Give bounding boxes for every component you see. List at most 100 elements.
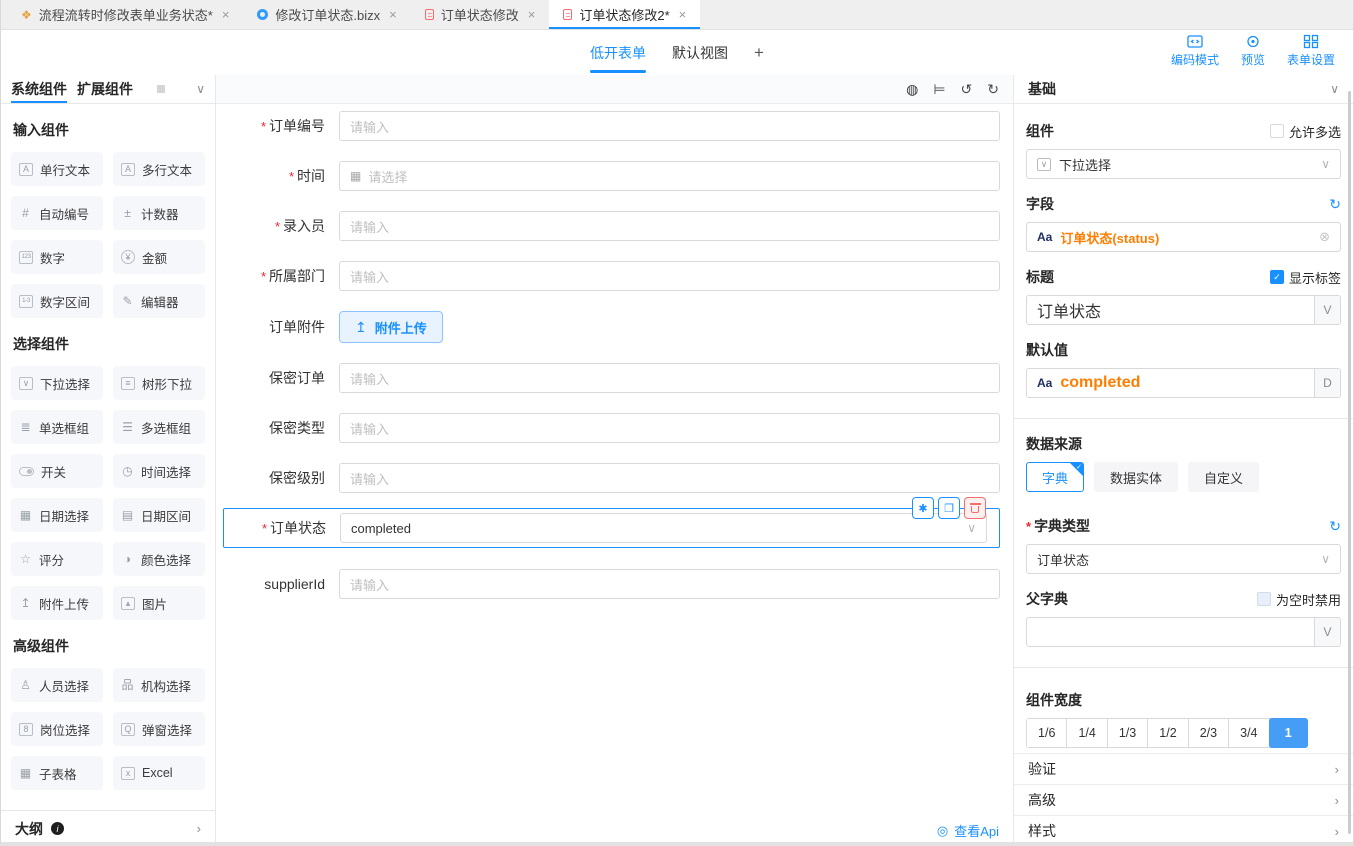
title-input[interactable]: 订单状态 V bbox=[1026, 295, 1341, 325]
file-tab[interactable]: 订单状态修改× bbox=[411, 0, 550, 29]
component-item[interactable]: ∨下拉选择 bbox=[11, 366, 103, 400]
file-tab[interactable]: 订单状态修改2*× bbox=[549, 0, 700, 29]
disable-when-empty-checkbox[interactable]: 为空时禁用 bbox=[1257, 590, 1341, 609]
inspector-section[interactable]: 样式› bbox=[1014, 815, 1353, 846]
component-item[interactable]: ¥金额 bbox=[113, 240, 205, 274]
undo-icon[interactable]: ↺ bbox=[961, 82, 973, 96]
chevron-right-icon[interactable]: › bbox=[197, 821, 201, 836]
datasource-option[interactable]: 数据实体 bbox=[1094, 462, 1178, 492]
datasource-option[interactable]: 自定义 bbox=[1188, 462, 1259, 492]
form-field-row[interactable]: *录入员请输入 bbox=[223, 211, 1000, 241]
panel-toggle-icon[interactable] bbox=[157, 85, 165, 93]
component-item[interactable]: 8岗位选择 bbox=[11, 712, 103, 746]
component-item[interactable]: 1-3数字区间 bbox=[11, 284, 103, 318]
width-option[interactable]: 1/4 bbox=[1067, 719, 1107, 747]
globe-icon[interactable]: ◍ bbox=[906, 82, 918, 96]
sidebar-tab-extension-components[interactable]: 扩展组件 bbox=[77, 75, 133, 103]
component-item[interactable]: ≣单选框组 bbox=[11, 410, 103, 444]
close-icon[interactable]: × bbox=[389, 7, 397, 22]
component-item[interactable]: A多行文本 bbox=[113, 152, 205, 186]
field-delete-button[interactable] bbox=[964, 497, 986, 519]
attachment-upload-button[interactable]: ↥附件上传 bbox=[339, 311, 443, 343]
field-binding-input[interactable]: Aa 订单状态(status) ⊗ bbox=[1026, 222, 1341, 252]
file-tab[interactable]: 修改订单状态.bizx× bbox=[243, 0, 410, 29]
component-item[interactable]: xExcel bbox=[113, 756, 205, 790]
field-settings-button[interactable]: ✱ bbox=[912, 497, 934, 519]
text-input[interactable]: 请输入 bbox=[339, 111, 1000, 141]
component-item[interactable]: ≡树形下拉 bbox=[113, 366, 205, 400]
component-item[interactable]: ▤日期区间 bbox=[113, 498, 205, 532]
clear-icon[interactable]: ⊗ bbox=[1319, 229, 1330, 245]
datasource-option[interactable]: 字典 bbox=[1026, 462, 1084, 492]
component-item[interactable]: Q弹窗选择 bbox=[113, 712, 205, 746]
variable-button[interactable]: V bbox=[1314, 618, 1340, 646]
allow-multi-checkbox[interactable]: 允许多选 bbox=[1270, 122, 1341, 141]
file-tab[interactable]: ❖流程流转时修改表单业务状态*× bbox=[7, 0, 243, 29]
parent-dict-input[interactable]: V bbox=[1026, 617, 1341, 647]
text-input[interactable]: 请输入 bbox=[339, 463, 1000, 493]
redo-icon[interactable]: ↻ bbox=[987, 82, 999, 96]
select-input[interactable]: completed∨ bbox=[340, 513, 987, 543]
refresh-icon[interactable]: ↻ bbox=[1329, 196, 1341, 213]
width-option[interactable]: 1/3 bbox=[1108, 719, 1148, 747]
form-field-row[interactable]: *所属部门请输入 bbox=[223, 261, 1000, 291]
form-settings-button[interactable]: 表单设置 bbox=[1287, 34, 1335, 68]
text-input[interactable]: 请输入 bbox=[339, 363, 1000, 393]
component-item[interactable]: ✎编辑器 bbox=[113, 284, 205, 318]
component-item[interactable]: ☆评分 bbox=[11, 542, 103, 576]
variable-button[interactable]: V bbox=[1314, 296, 1340, 324]
chevron-down-icon[interactable]: ∨ bbox=[196, 82, 205, 96]
preview-button[interactable]: 预览 bbox=[1241, 34, 1265, 68]
close-icon[interactable]: × bbox=[679, 7, 687, 22]
show-label-checkbox[interactable]: ✓ 显示标签 bbox=[1270, 268, 1341, 287]
component-item[interactable]: #自动编号 bbox=[11, 196, 103, 230]
code-mode-button[interactable]: 编码模式 bbox=[1171, 34, 1219, 68]
inspector-header[interactable]: 基础 ∨ bbox=[1014, 75, 1353, 104]
form-field-row[interactable]: supplierId请输入 bbox=[223, 569, 1000, 599]
width-option[interactable]: 1 bbox=[1269, 718, 1308, 748]
width-option[interactable]: 1/6 bbox=[1027, 719, 1067, 747]
component-item[interactable]: ±计数器 bbox=[113, 196, 205, 230]
component-item[interactable]: ↥附件上传 bbox=[11, 586, 103, 620]
close-icon[interactable]: × bbox=[528, 7, 536, 22]
sidebar-tab-system-components[interactable]: 系统组件 bbox=[11, 75, 67, 103]
view-tab[interactable]: 默认视图 bbox=[672, 30, 728, 75]
text-input[interactable]: 请输入 bbox=[339, 569, 1000, 599]
inspector-section[interactable]: 验证› bbox=[1014, 753, 1353, 784]
view-api-link[interactable]: ◎ 查看Api bbox=[937, 821, 999, 840]
form-field-row[interactable]: *订单状态completed∨✱❐ bbox=[223, 508, 1000, 548]
component-item[interactable]: ◷时间选择 bbox=[113, 454, 205, 488]
form-field-row[interactable]: 保密级别请输入 bbox=[223, 463, 1000, 493]
width-option[interactable]: 2/3 bbox=[1189, 719, 1229, 747]
outline-footer[interactable]: 大纲 i › bbox=[1, 810, 215, 846]
component-item[interactable]: A单行文本 bbox=[11, 152, 103, 186]
default-value-input[interactable]: Aa completed D bbox=[1026, 368, 1341, 398]
close-icon[interactable]: × bbox=[222, 7, 230, 22]
component-item[interactable]: ♙人员选择 bbox=[11, 668, 103, 702]
form-field-row[interactable]: 保密类型请输入 bbox=[223, 413, 1000, 443]
form-field-row[interactable]: 订单附件↥附件上传 bbox=[223, 311, 1000, 343]
form-field-row[interactable]: *时间▦请选择 bbox=[223, 161, 1000, 191]
component-item[interactable]: ▦子表格 bbox=[11, 756, 103, 790]
component-item[interactable]: ▴图片 bbox=[113, 586, 205, 620]
component-item[interactable]: 品机构选择 bbox=[113, 668, 205, 702]
refresh-icon[interactable]: ↻ bbox=[1329, 518, 1341, 535]
form-field-row[interactable]: *订单编号请输入 bbox=[223, 111, 1000, 141]
form-field-row[interactable]: 保密订单请输入 bbox=[223, 363, 1000, 393]
field-copy-button[interactable]: ❐ bbox=[938, 497, 960, 519]
width-option[interactable]: 3/4 bbox=[1229, 719, 1269, 747]
component-item[interactable]: ▦日期选择 bbox=[11, 498, 103, 532]
width-option[interactable]: 1/2 bbox=[1148, 719, 1188, 747]
add-view-button[interactable]: + bbox=[754, 30, 764, 75]
component-type-select[interactable]: ∨ 下拉选择 ∨ bbox=[1026, 149, 1341, 179]
text-input[interactable]: 请输入 bbox=[339, 413, 1000, 443]
view-tab[interactable]: 低开表单 bbox=[590, 30, 646, 75]
outline-icon[interactable]: ⊨ bbox=[933, 82, 945, 96]
text-input[interactable]: 请输入 bbox=[339, 211, 1000, 241]
dict-type-select[interactable]: 订单状态 ∨ bbox=[1026, 544, 1341, 574]
component-item[interactable]: 开关 bbox=[11, 454, 103, 488]
date-input[interactable]: ▦请选择 bbox=[339, 161, 1000, 191]
inspector-section[interactable]: 高级› bbox=[1014, 784, 1353, 815]
dynamic-button[interactable]: D bbox=[1314, 369, 1340, 397]
text-input[interactable]: 请输入 bbox=[339, 261, 1000, 291]
